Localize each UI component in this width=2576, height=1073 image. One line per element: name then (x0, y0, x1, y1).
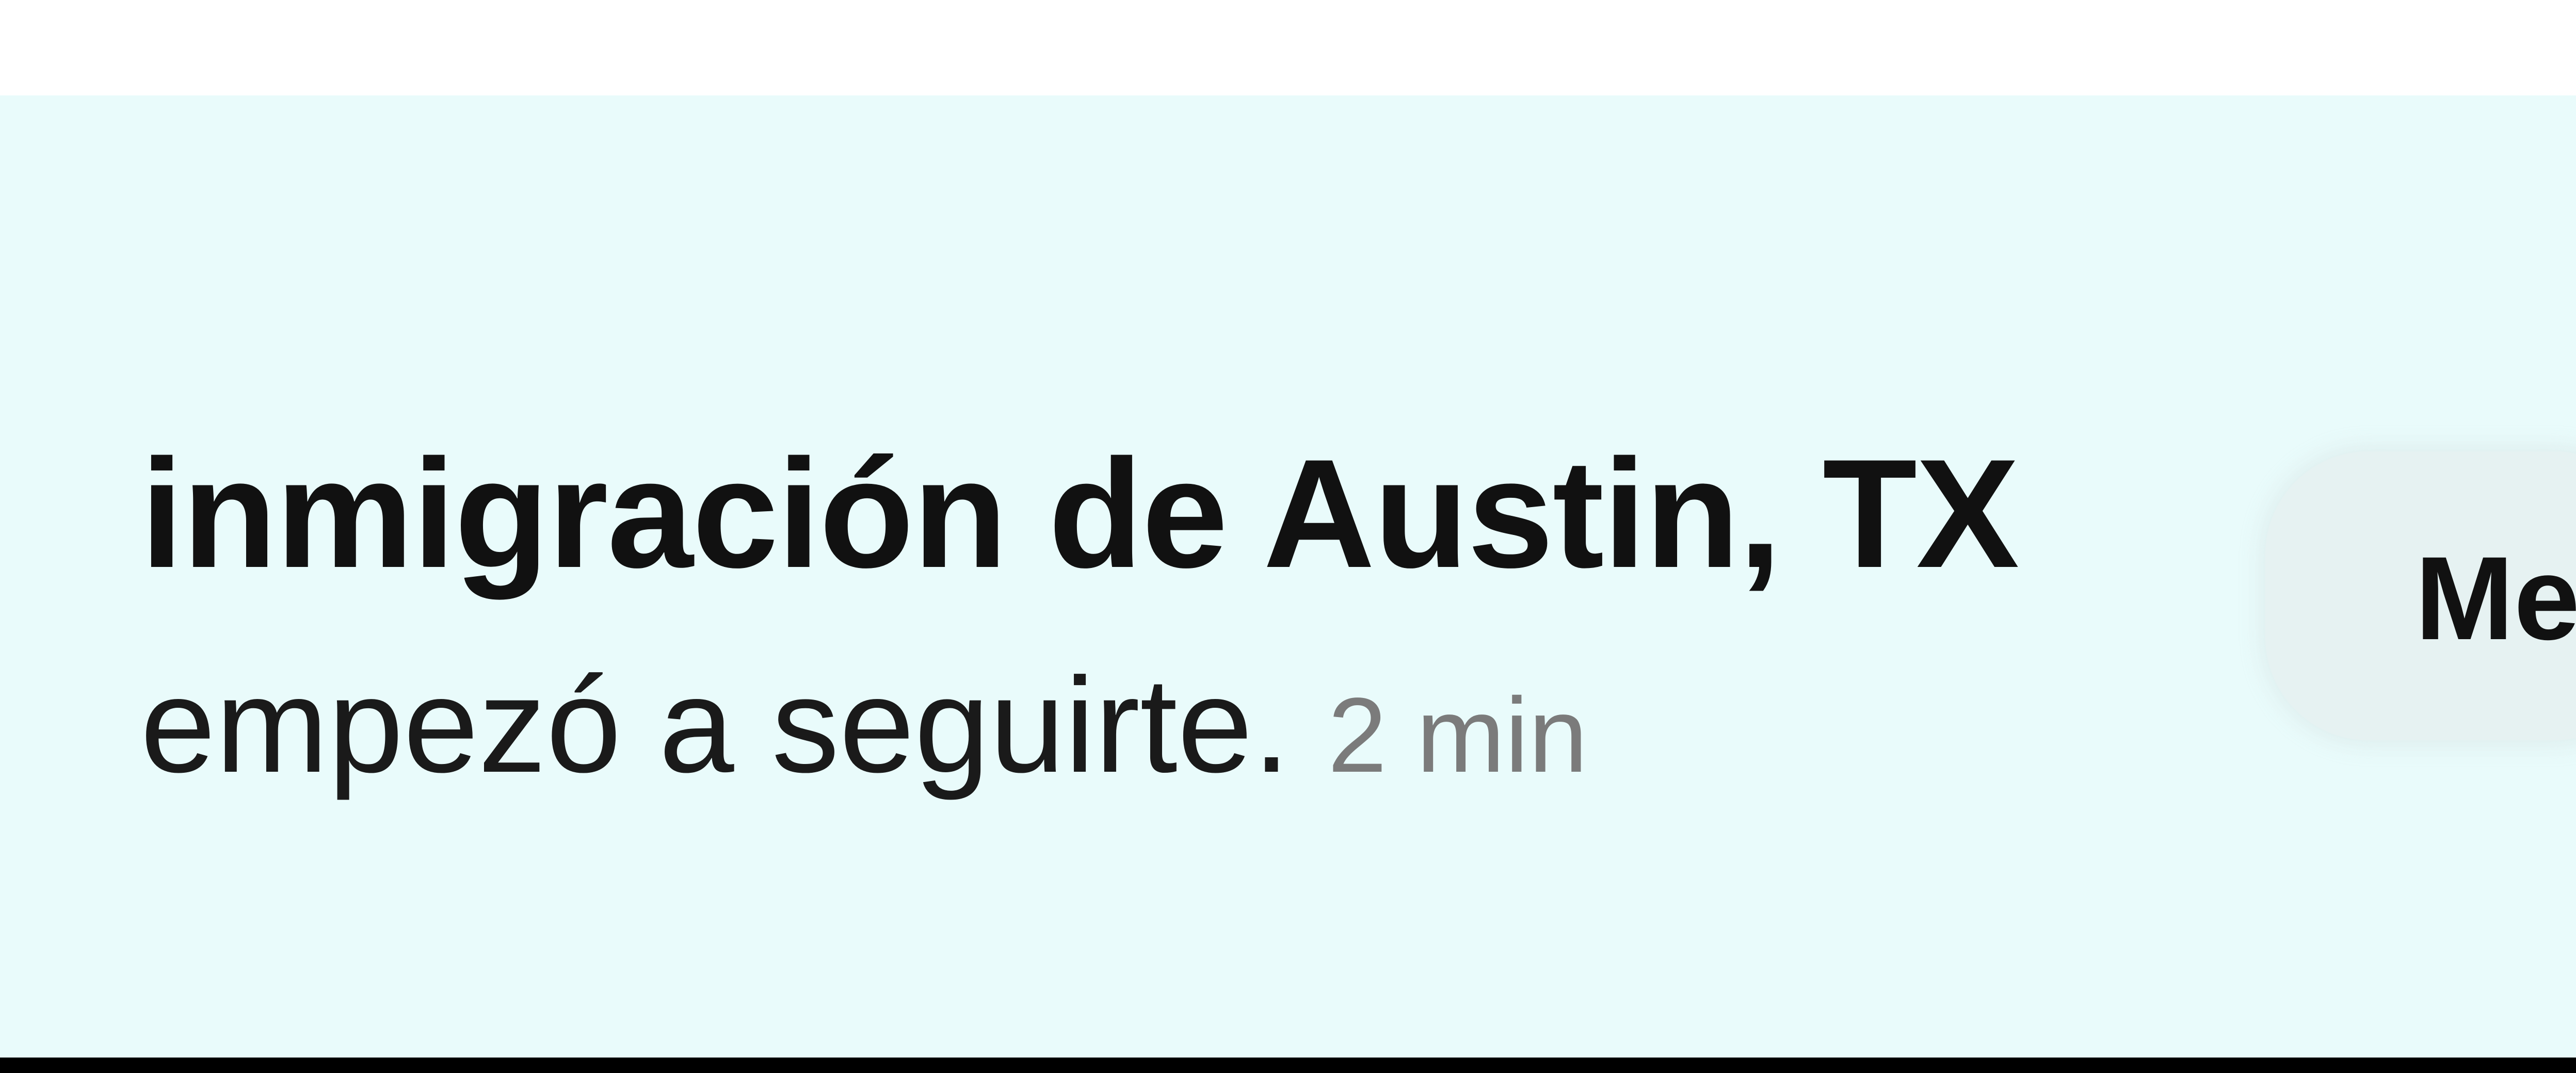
notification-message-line: empezó a seguirte. 2 min (140, 658, 2153, 793)
notification-message: empezó a seguirte. (140, 649, 1328, 801)
follow-back-button-label: Me (2415, 532, 2576, 664)
notification-username[interactable]: inmigración de Austin, TX (140, 436, 2153, 591)
top-area (0, 0, 2576, 95)
notification-timestamp: 2 min (1328, 676, 1588, 794)
notifications-screen: inmigración de Austin, TX empezó a segui… (0, 0, 2576, 1073)
bottom-edge (0, 1058, 2576, 1073)
follow-back-button[interactable]: Me (2265, 451, 2576, 740)
notification-row[interactable]: inmigración de Austin, TX empezó a segui… (0, 95, 2576, 1058)
notification-text: inmigración de Austin, TX empezó a segui… (140, 436, 2153, 793)
